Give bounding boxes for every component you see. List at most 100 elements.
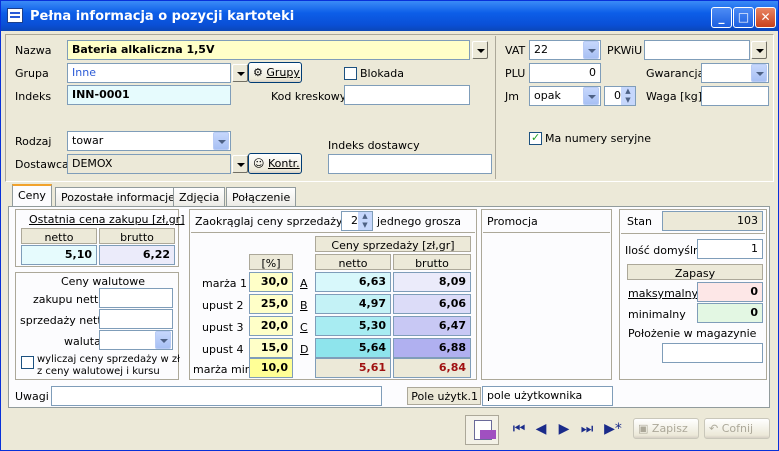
row2-pct-field[interactable]: 25,0: [249, 294, 293, 314]
maks-field[interactable]: 0: [697, 282, 763, 302]
indeks-dostawcy-label: Indeks dostawcy: [328, 139, 420, 152]
row1-brutto-field[interactable]: 8,09: [393, 272, 471, 292]
row3-brutto-field[interactable]: 6,47: [393, 316, 471, 336]
grupa-dropdown-button[interactable]: [232, 64, 248, 82]
ilosc-field[interactable]: 1: [697, 239, 763, 259]
row1-label: marża 1: [202, 277, 247, 290]
waluta-dropdown-button[interactable]: [155, 331, 171, 349]
grupa-field[interactable]: Inne: [67, 63, 231, 83]
zaokraglaj-spinner[interactable]: ▲ ▼: [358, 212, 372, 230]
prev-record-icon[interactable]: ◀: [532, 419, 550, 439]
first-record-icon[interactable]: ⏮: [510, 419, 528, 439]
indeks-field[interactable]: INN-0001: [67, 85, 231, 105]
rodzaj-label: Rodzaj: [15, 135, 52, 148]
grupy-button[interactable]: ⚙ Grupy: [248, 62, 302, 83]
grupa-label: Grupa: [15, 67, 49, 80]
pct-header: [%]: [249, 254, 293, 270]
rounding-divider: [191, 232, 475, 233]
row2-brutto-field[interactable]: 6,06: [393, 294, 471, 314]
wyliczaj-label-line2: z ceny walutowej i kursu: [37, 366, 160, 377]
tab-pozostale[interactable]: Pozostałe informacje: [55, 187, 181, 206]
pole-label: Pole użytk.1: [407, 387, 481, 405]
blokada-checkbox[interactable]: [344, 67, 357, 80]
jm-spinner[interactable]: ▲ ▼: [621, 87, 635, 105]
app-icon: [7, 8, 23, 23]
serial-label: Ma numery seryjne: [545, 132, 652, 145]
pkwiu-dropdown-button[interactable]: [751, 41, 767, 59]
wyliczaj-checkbox[interactable]: [21, 356, 34, 369]
kontr-button[interactable]: ☺ Kontr.: [248, 153, 302, 174]
promocja-box: [481, 209, 612, 380]
grupy-icon: ⚙: [253, 66, 263, 79]
tab-polaczenie[interactable]: Połączenie: [226, 187, 297, 206]
row3-netto-field[interactable]: 5,30: [315, 316, 391, 336]
rodzaj-dropdown-button[interactable]: [213, 132, 229, 150]
marza-min-pct-field[interactable]: 10,0: [249, 358, 293, 378]
row2-netto-field[interactable]: 4,97: [315, 294, 391, 314]
dostawca-field[interactable]: DEMOX: [67, 154, 231, 174]
waga-label: Waga [kg]: [646, 90, 703, 103]
zaokraglaj-label: Zaokrąglaj ceny sprzedaży do: [195, 215, 360, 228]
jm-dropdown-button[interactable]: [583, 87, 599, 105]
last-record-icon[interactable]: ⏭: [578, 419, 596, 439]
pencil-icon: [480, 430, 496, 439]
ostatnia-brutto-header: brutto: [99, 228, 175, 244]
zakupu-netto-field[interactable]: [99, 288, 173, 308]
new-record-icon[interactable]: ▶*: [602, 419, 624, 439]
cofnij-button[interactable]: ↶ Cofnij: [704, 418, 770, 439]
min-field[interactable]: 0: [697, 303, 763, 323]
serial-checkbox[interactable]: [529, 131, 542, 145]
waluta-label: waluta: [64, 335, 101, 348]
document-icon-button[interactable]: [465, 415, 499, 445]
save-icon: ▣: [638, 422, 649, 435]
waga-field[interactable]: [701, 86, 769, 106]
tab-zdjecia[interactable]: Zdjęcia: [173, 187, 226, 206]
title-bar[interactable]: Pełna informacja o pozycji kartoteki _ □…: [1, 1, 778, 31]
ostatnia-netto-value: 5,10: [21, 245, 97, 265]
pkwiu-label: PKWiU: [607, 44, 643, 57]
zapisz-button[interactable]: ▣ Zapisz: [633, 418, 699, 439]
stan-divider: [621, 233, 765, 234]
kod-kreskowy-field[interactable]: [344, 85, 470, 105]
dostawca-label: Dostawca: [15, 158, 69, 171]
header-divider: [495, 36, 496, 179]
pkwiu-field[interactable]: [644, 40, 750, 60]
nazwa-field[interactable]: Bateria alkaliczna 1,5V: [67, 40, 470, 60]
sprzedazy-netto-header: netto: [315, 254, 391, 270]
polozenie-label: Położenie w magazynie: [628, 327, 757, 340]
marza-min-netto: 5,61: [315, 358, 391, 378]
maximize-button[interactable]: □: [733, 7, 754, 28]
undo-icon: ↶: [709, 422, 719, 435]
next-record-icon[interactable]: ▶: [555, 419, 573, 439]
dostawca-dropdown-button[interactable]: [232, 155, 248, 173]
row1-netto-field[interactable]: 6,63: [315, 272, 391, 292]
uwagi-field[interactable]: [51, 386, 382, 406]
ostatnia-brutto-value: 6,22: [99, 245, 175, 265]
indeks-dostawcy-field[interactable]: [328, 154, 492, 174]
marza-min-brutto: 6,84: [393, 358, 471, 378]
tab-ceny[interactable]: Ceny: [12, 184, 52, 207]
kontr-label: Kontr.: [267, 157, 300, 170]
vat-dropdown-button[interactable]: [583, 41, 599, 59]
polozenie-field[interactable]: [662, 343, 763, 363]
nazwa-dropdown-button[interactable]: [472, 41, 488, 59]
row1-letter: A: [300, 277, 308, 290]
sprzedazy-netto-field[interactable]: [99, 309, 173, 329]
sprzedazy-header: Ceny sprzedaży [zł,gr]: [315, 236, 471, 252]
rodzaj-select[interactable]: towar: [67, 131, 231, 151]
ceny-walutowe-title: Ceny walutowe: [61, 275, 145, 288]
gwarancja-dropdown-button[interactable]: [751, 64, 767, 82]
grosza-label: jednego grosza: [377, 215, 461, 228]
row3-pct-field[interactable]: 20,0: [249, 316, 293, 336]
row4-brutto-field[interactable]: 6,88: [393, 338, 471, 358]
promocja-label: Promocja: [487, 215, 538, 228]
stan-value: 103: [662, 211, 763, 231]
row2-label: upust 2: [202, 299, 244, 312]
plu-field[interactable]: 0: [529, 63, 601, 83]
row1-pct-field[interactable]: 30,0: [249, 272, 293, 292]
minimize-button[interactable]: _: [711, 7, 732, 28]
close-button[interactable]: ✕: [755, 7, 776, 28]
pole-field[interactable]: pole użytkownika: [482, 386, 613, 406]
row4-netto-field[interactable]: 5,64: [315, 338, 391, 358]
row4-pct-field[interactable]: 15,0: [249, 338, 293, 358]
